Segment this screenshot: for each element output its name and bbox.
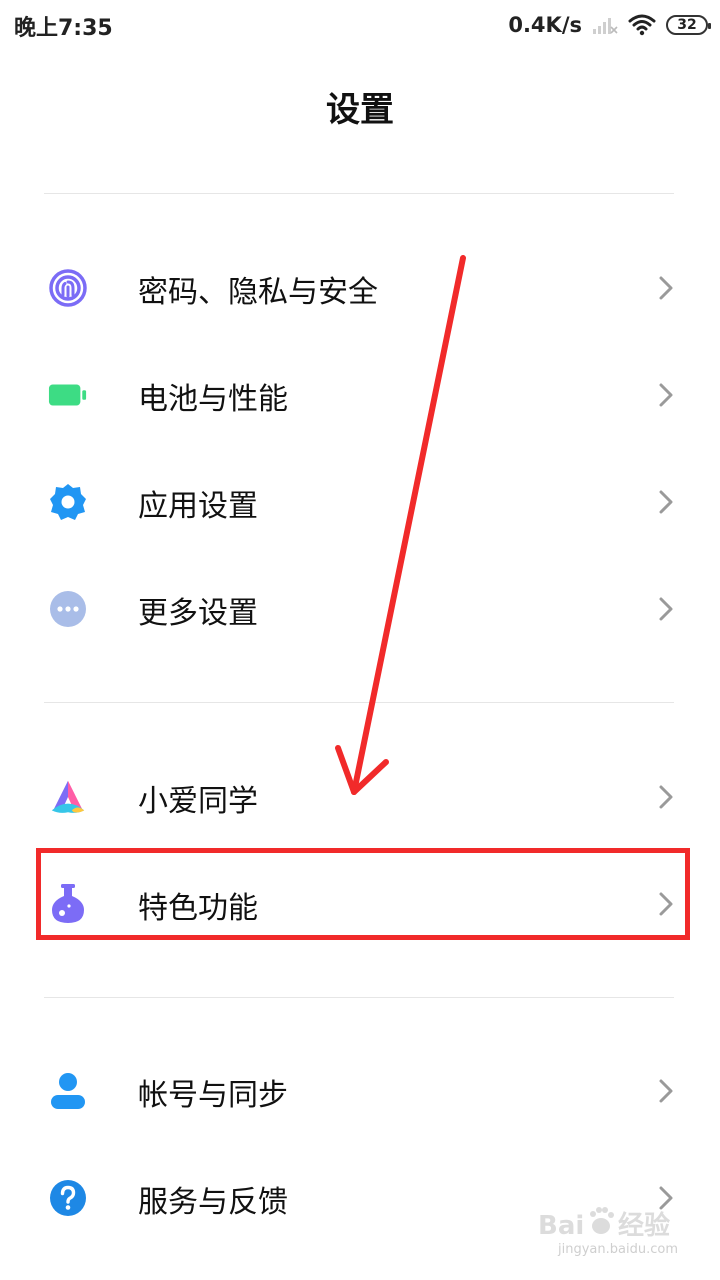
divider [44, 702, 674, 703]
settings-item-label: 电池与性能 [138, 382, 288, 417]
baidu-logo: Bai 经验 [538, 1207, 670, 1241]
account-icon [48, 1071, 88, 1111]
settings-item-security[interactable]: 密码、隐私与安全 [0, 243, 720, 333]
chevron-right-icon [659, 785, 673, 809]
more-icon [48, 589, 88, 629]
divider [44, 193, 674, 194]
chevron-right-icon [659, 490, 673, 514]
settings-item-account[interactable]: 帐号与同步 [0, 1046, 720, 1136]
battery-icon [48, 375, 88, 415]
highlight-box [36, 848, 690, 940]
settings-item-label: 密码、隐私与安全 [138, 275, 378, 310]
settings-item-xiaoai[interactable]: 小爱同学 [0, 752, 720, 842]
svg-text:Bai: Bai [538, 1211, 584, 1241]
status-indicators: 0.4K/s 32 [508, 8, 711, 42]
settings-item-label: 应用设置 [138, 489, 258, 524]
xiaoai-icon [48, 777, 88, 817]
gear-icon [48, 482, 88, 522]
settings-item-app-settings[interactable]: 应用设置 [0, 457, 720, 547]
baidu-jingyan-watermark: Bai 经验 jingyan.baidu.com [538, 1204, 698, 1260]
chevron-right-icon [659, 276, 673, 300]
battery-indicator: 32 [666, 15, 711, 35]
chevron-right-icon [659, 597, 673, 621]
divider [44, 997, 674, 998]
network-speed: 0.4K/s [508, 13, 582, 37]
settings-item-label: 更多设置 [138, 596, 258, 631]
settings-item-label: 服务与反馈 [138, 1185, 288, 1220]
help-icon [48, 1178, 88, 1218]
svg-text:经验: 经验 [618, 1210, 670, 1241]
page-title: 设置 [326, 90, 394, 130]
chevron-right-icon [659, 1079, 673, 1103]
status-bar: 晚上7:35 0.4K/s 32 [0, 0, 720, 50]
settings-item-battery[interactable]: 电池与性能 [0, 350, 720, 440]
battery-level: 32 [677, 17, 697, 33]
signal-icon [593, 18, 618, 34]
fingerprint-icon [48, 268, 88, 308]
settings-item-label: 小爱同学 [138, 784, 258, 819]
watermark-url: jingyan.baidu.com [558, 1242, 678, 1257]
status-time: 晚上7:35 [14, 16, 113, 41]
settings-item-label: 帐号与同步 [138, 1078, 288, 1113]
settings-item-more[interactable]: 更多设置 [0, 564, 720, 654]
chevron-right-icon [659, 383, 673, 407]
wifi-icon [628, 14, 656, 36]
